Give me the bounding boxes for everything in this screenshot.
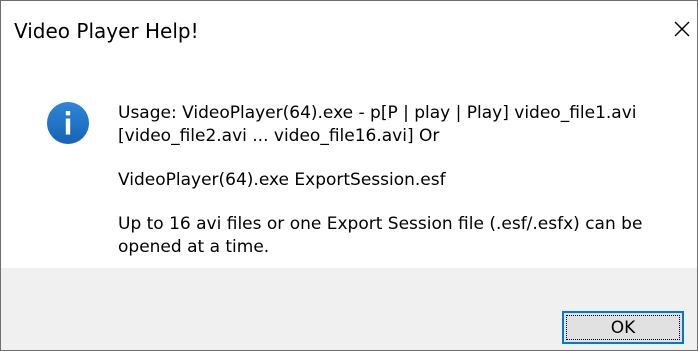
info-icon <box>47 102 89 144</box>
button-bar: OK <box>1 268 697 350</box>
info-line-1: Up to 16 avi files or one Export Session… <box>118 214 643 234</box>
ok-button-label: OK <box>610 317 636 338</box>
close-button[interactable] <box>667 7 697 51</box>
help-dialog: Video Player Help! Usage: VideoPlayer(64… <box>0 0 698 351</box>
message-area: Usage: VideoPlayer(64).exe - p[P | play … <box>1 63 697 268</box>
usage-line-3: VideoPlayer(64).exe ExportSession.esf <box>118 170 446 190</box>
ok-button[interactable]: OK <box>562 311 684 344</box>
usage-line-2: [video_file2.avi ... video_file16.avi] O… <box>118 126 440 146</box>
usage-line-1: Usage: VideoPlayer(64).exe - p[P | play … <box>118 103 637 123</box>
window-title: Video Player Help! <box>14 19 199 43</box>
title-bar: Video Player Help! <box>1 1 697 63</box>
close-icon <box>674 21 690 37</box>
info-line-2: opened at a time. <box>118 237 270 257</box>
